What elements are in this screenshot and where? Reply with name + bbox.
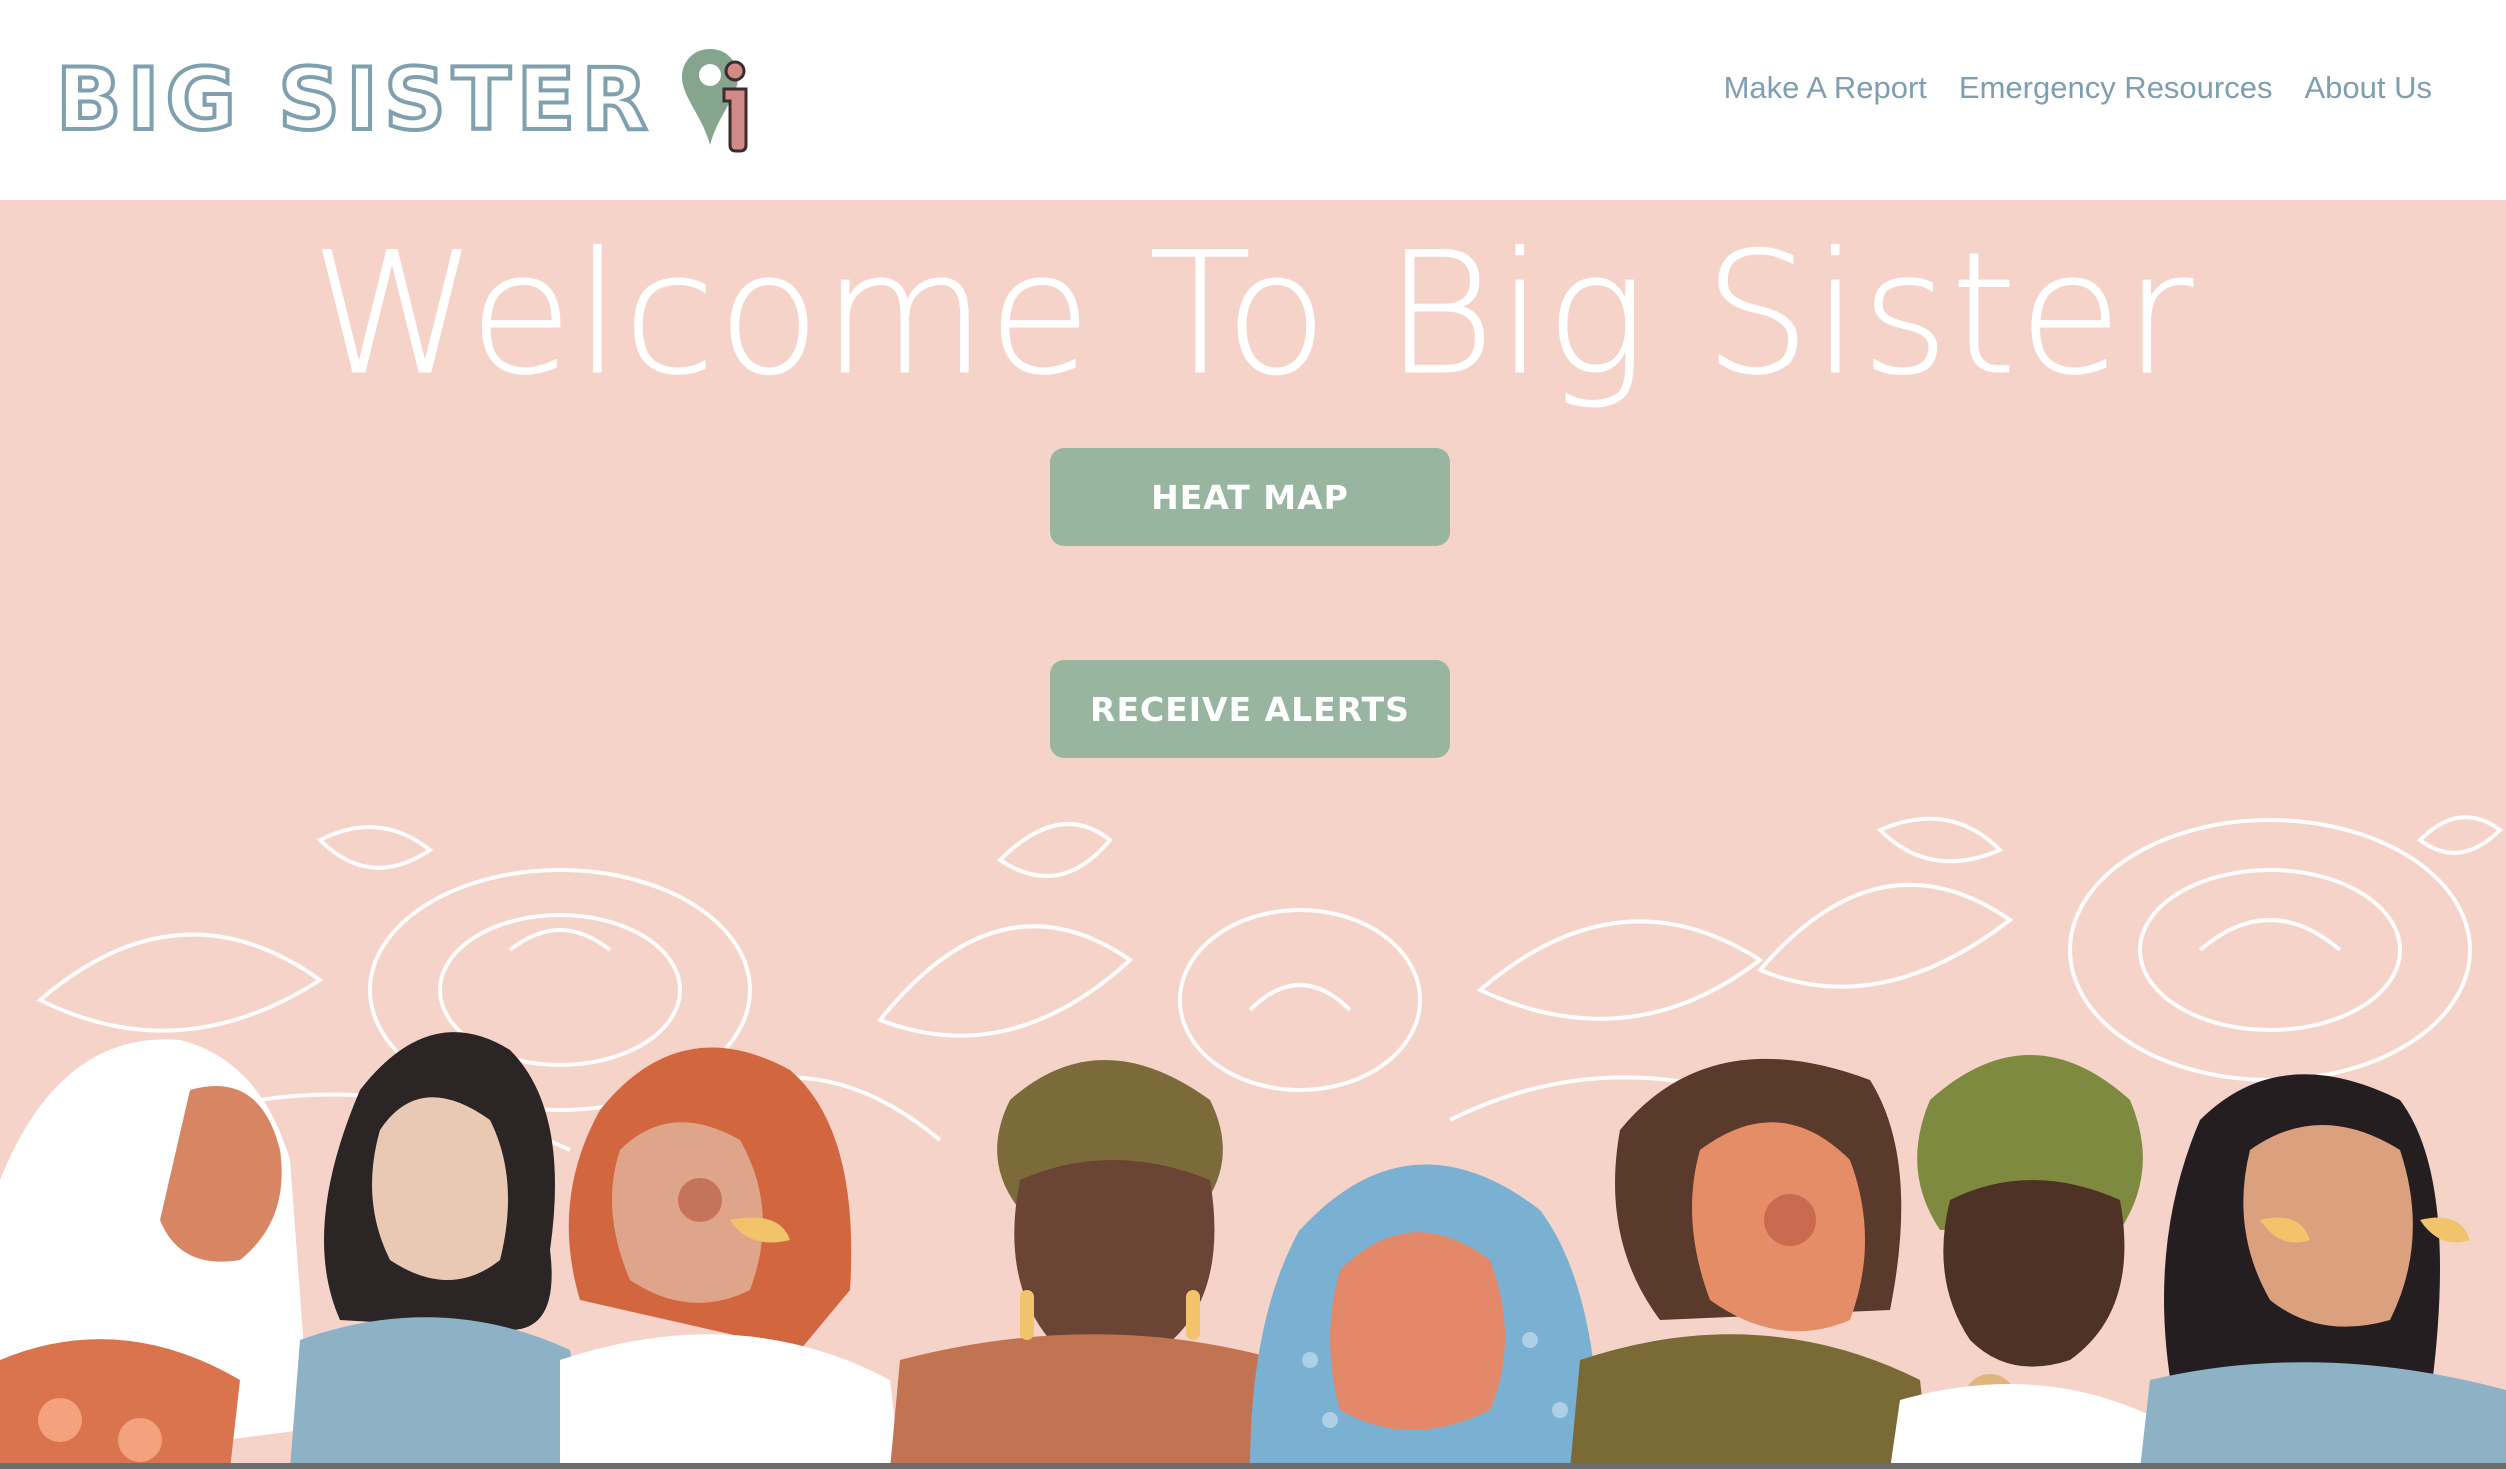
site-header: BIG SISTER Make A Report Emergency Resou… — [0, 0, 2506, 200]
receive-alerts-button[interactable]: RECEIVE ALERTS — [1050, 660, 1450, 758]
main-nav: Make A Report Emergency Resources About … — [1724, 70, 2432, 106]
page-title: Welcome To Big Sister — [310, 216, 2196, 412]
location-pin-person-icon — [681, 49, 748, 153]
brand-logo-link[interactable]: BIG SISTER — [54, 42, 760, 158]
heat-map-button[interactable]: HEAT MAP — [1050, 448, 1450, 546]
floral-women-illustration — [0, 815, 2506, 1469]
nav-make-a-report[interactable]: Make A Report — [1724, 70, 1927, 106]
nav-emergency-resources[interactable]: Emergency Resources — [1959, 70, 2273, 106]
hero-section: Welcome To Big Sister HEAT MAP RECEIVE A… — [0, 200, 2506, 1469]
nav-about-us[interactable]: About Us — [2304, 70, 2432, 106]
brand-name: BIG SISTER — [54, 50, 654, 150]
